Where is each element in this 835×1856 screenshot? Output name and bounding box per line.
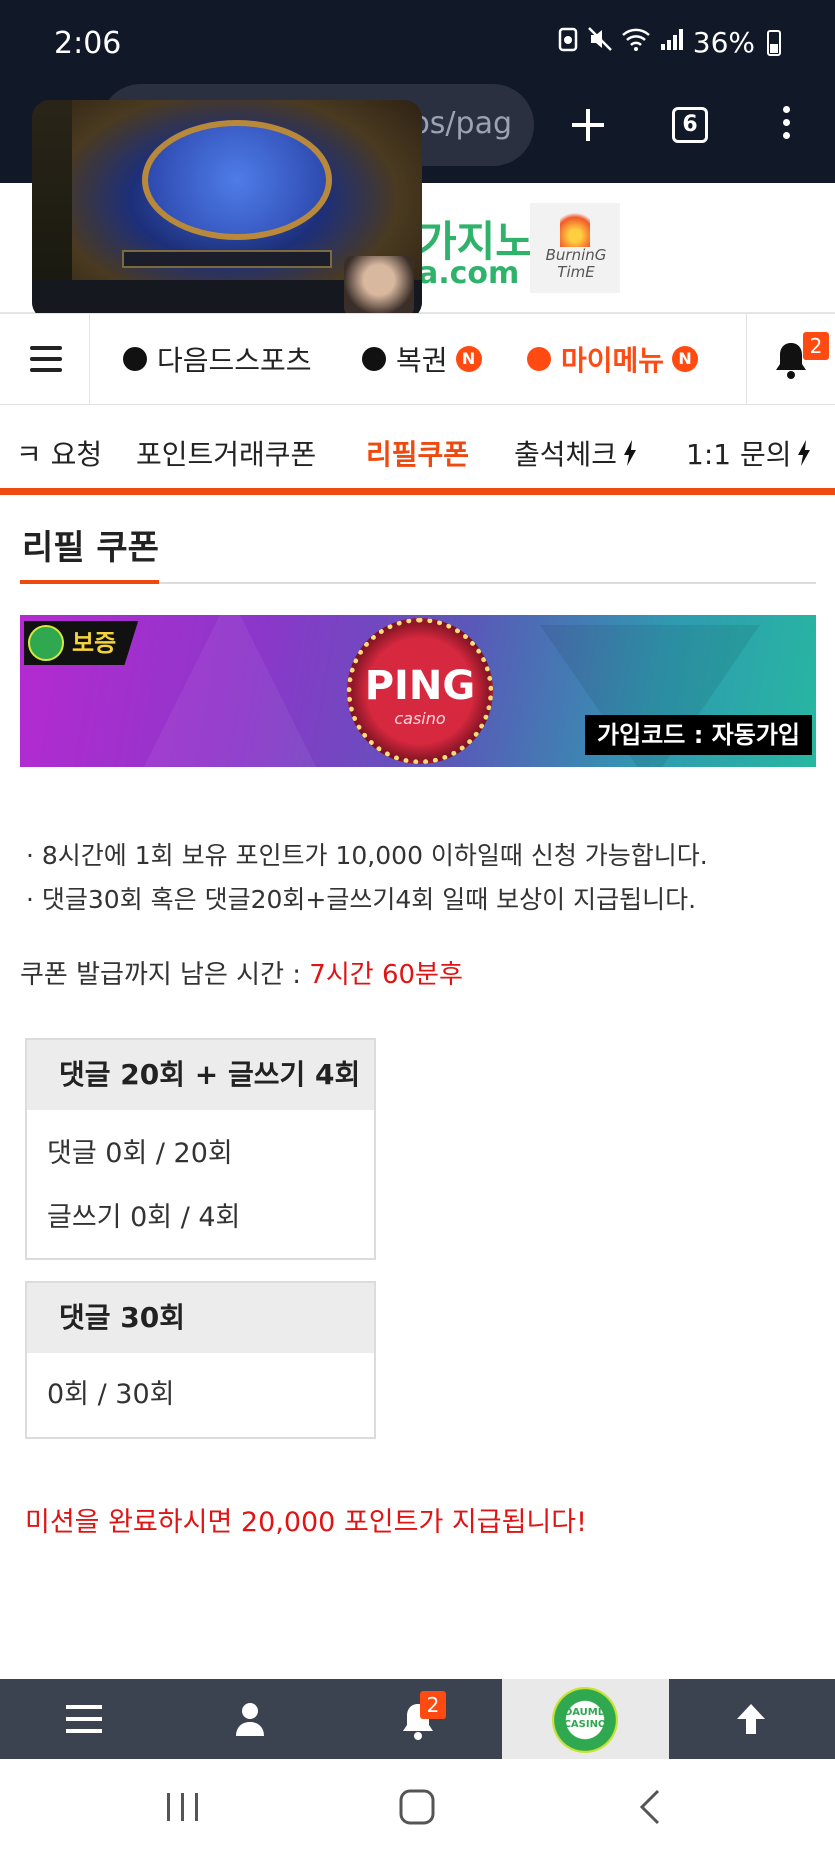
info-line-2: · 댓글30회 혹은 댓글20회+글쓰기4회 일때 보상이 지급됩니다.: [26, 885, 697, 914]
daumd-casino-logo: DAUMD CASINO: [552, 1687, 618, 1753]
mission-progress-posts: 글쓰기 0회 / 4회: [47, 1202, 241, 1233]
pip-game-bar: [122, 250, 332, 268]
ping-logo-subtext: casino: [394, 709, 446, 728]
recent-apps-icon[interactable]: [163, 1787, 203, 1827]
bullet-icon: [362, 347, 386, 371]
sub-nav-label: 출석체크: [514, 438, 618, 471]
mission-card-comments: 댓글 30회 0회 / 30회: [25, 1281, 376, 1439]
battery-icon: [767, 29, 781, 56]
sub-nav-item-request[interactable]: ㅋ 요청: [16, 433, 102, 473]
back-icon[interactable]: [632, 1787, 672, 1827]
lightning-icon: [798, 440, 811, 466]
main-nav: 다음드스포츠 복권 N 마이메뉴 N 2: [0, 313, 835, 405]
bottom-notifications-button[interactable]: [334, 1679, 501, 1759]
pip-game-arena: [142, 120, 332, 240]
remaining-time-value: 7시간 60분후: [309, 960, 463, 990]
battery-percent: 36%: [692, 26, 755, 59]
lightning-icon: [624, 440, 637, 466]
browser-menu-button[interactable]: [780, 106, 792, 146]
android-navigation-bar: [0, 1759, 835, 1856]
remaining-time-label: 쿠폰 발급까지 남은 시간 :: [20, 960, 310, 990]
sub-nav-label: 1:1 문의: [686, 438, 792, 471]
signal-icon: [659, 26, 685, 59]
nav-item-sports[interactable]: 다음드스포츠: [123, 339, 312, 379]
sub-nav-item-attendance[interactable]: 출석체크: [514, 433, 637, 473]
wifi-icon: [621, 26, 651, 59]
page: 2:06 36% os/pag 6 가지노 a.com BurninG TimE…: [0, 0, 835, 1856]
mission-progress-comments: 0회 / 30회: [47, 1379, 175, 1410]
sub-nav-item-inquiry[interactable]: 1:1 문의: [686, 433, 811, 473]
daumd-casino-logo-icon: [28, 625, 64, 661]
ping-casino-banner[interactable]: 보증 PING casino 가입코드 : 자동가입: [20, 615, 816, 767]
burning-time-logo-text: BurninG TimE: [545, 246, 607, 281]
mute-icon: [587, 26, 613, 59]
banner-decoration: [140, 615, 320, 767]
sub-nav-label: 리필쿠폰: [366, 438, 470, 471]
bottom-app-bar: 2 DAUMD CASINO: [0, 1679, 835, 1759]
daumd-casino-logo-text: DAUMD CASINO: [563, 1707, 607, 1730]
arrow-up-icon: [737, 1704, 765, 1734]
burning-time-logo[interactable]: BurninG TimE: [530, 203, 620, 293]
pip-streamer-cam: [344, 256, 414, 316]
title-underline: [20, 580, 159, 584]
new-badge: N: [672, 346, 699, 372]
url-text: os/pag: [411, 106, 512, 141]
guarantee-badge-text: 보증: [72, 629, 117, 657]
mission-progress-comments: 댓글 0회 / 20회: [47, 1138, 233, 1169]
sub-nav-label: 포인트거래쿠폰: [136, 438, 317, 471]
battery-saver-icon: [557, 26, 579, 59]
sub-nav-label: ㅋ 요청: [16, 438, 103, 471]
user-icon: [236, 1703, 264, 1736]
notification-count-badge: 2: [803, 332, 829, 360]
bullet-icon: [527, 347, 551, 371]
nav-item-label: 다음드스포츠: [157, 344, 312, 377]
nav-item-label: 복권: [396, 344, 448, 377]
page-title: 리필 쿠폰: [22, 528, 159, 568]
hamburger-icon: [66, 1705, 102, 1733]
plus-icon: [572, 109, 604, 141]
sub-nav-item-refill-coupon[interactable]: 리필쿠폰: [366, 433, 469, 473]
sub-nav: ㅋ 요청 포인트거래쿠폰 리필쿠폰 출석체크 1:1 문의: [0, 405, 835, 495]
status-time: 2:06: [54, 26, 122, 61]
flame-icon: [560, 209, 590, 247]
new-badge: N: [455, 346, 482, 372]
menu-button[interactable]: [0, 314, 90, 404]
scroll-top-button[interactable]: [668, 1679, 835, 1759]
nav-item-label: 마이메뉴: [561, 344, 665, 377]
status-icons: 36%: [557, 26, 781, 59]
remaining-time-row: 쿠폰 발급까지 남은 시간 : 7시간 60분후: [20, 954, 463, 991]
bottom-menu-button[interactable]: [0, 1679, 167, 1759]
tab-switcher-button[interactable]: 6: [672, 107, 708, 143]
info-line-1: · 8시간에 1회 보유 포인트가 10,000 이하일때 신청 가능합니다.: [26, 841, 708, 870]
site-logo-domain[interactable]: a.com: [418, 256, 519, 291]
join-code-label: 가입코드 : 자동가입: [585, 715, 812, 755]
new-tab-button[interactable]: [565, 95, 611, 155]
ping-logo-text: PING: [364, 663, 476, 709]
pip-chat-panel: [32, 100, 72, 280]
nav-item-mymenu[interactable]: 마이메뉴 N: [527, 339, 699, 379]
nav-item-lottery[interactable]: 복권 N: [362, 339, 482, 379]
bullet-icon: [123, 347, 147, 371]
notifications-button[interactable]: 2: [746, 314, 835, 404]
home-icon[interactable]: [397, 1787, 437, 1827]
bottom-profile-button[interactable]: [167, 1679, 334, 1759]
mission-title: 댓글 30회: [27, 1283, 374, 1353]
mission-complete-message: 미션을 완료하시면 20,000 포인트가 지급됩니다!: [25, 1507, 587, 1538]
video-pip-overlay[interactable]: [32, 100, 422, 320]
mission-card-comments-posts: 댓글 20회 + 글쓰기 4회 댓글 0회 / 20회 글쓰기 0회 / 4회: [25, 1038, 376, 1260]
notification-count-badge: 2: [420, 1691, 446, 1719]
bottom-home-button[interactable]: DAUMD CASINO: [502, 1679, 669, 1759]
sub-nav-item-point-trade-coupon[interactable]: 포인트거래쿠폰: [136, 433, 316, 473]
ping-casino-logo: PING casino: [347, 618, 493, 764]
mission-title: 댓글 20회 + 글쓰기 4회: [27, 1040, 374, 1110]
